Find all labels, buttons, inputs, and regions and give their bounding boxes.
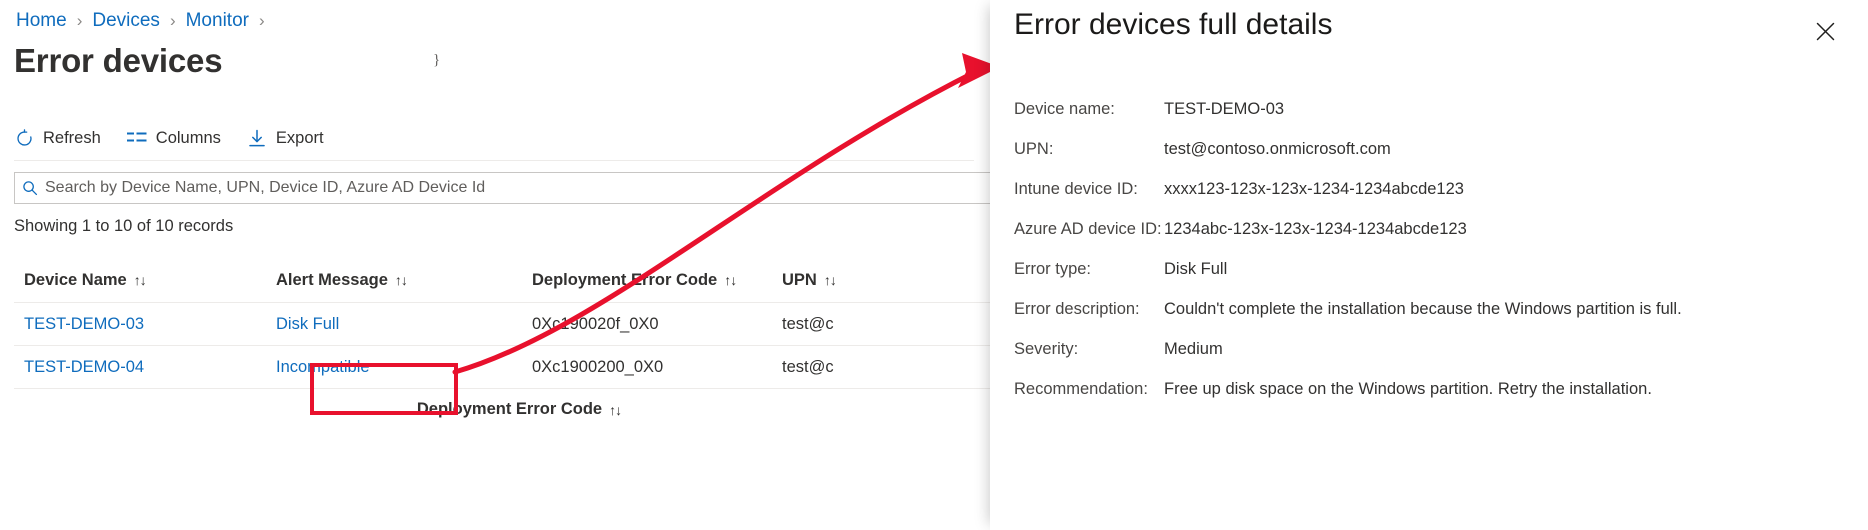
error-devices-blade: Home › Devices › Monitor › Error devices… [0,0,990,530]
detail-label: Recommendation: [1014,380,1164,399]
screenshot-root: Home › Devices › Monitor › Error devices… [0,0,1868,530]
detail-list: Device name: TEST-DEMO-03 UPN: test@cont… [1014,100,1856,420]
detail-value: Medium [1164,340,1223,359]
detail-value: 1234abc-123x-123x-1234-1234abcde123 [1164,220,1467,239]
detail-row-upn: UPN: test@contoso.onmicrosoft.com [1014,140,1856,180]
detail-label: Device name: [1014,100,1164,119]
detail-value: test@contoso.onmicrosoft.com [1164,140,1391,159]
close-icon[interactable] [1810,16,1840,46]
table-header-row: Device Name ↑↓ Alert Message ↑↓ Deployme… [14,258,990,303]
refresh-button[interactable]: Refresh [14,128,101,148]
columns-button[interactable]: Columns [127,128,221,148]
breadcrumb-separator-icon: › [170,11,176,31]
sort-arrows-icon: ↑↓ [824,273,836,287]
detail-label: Azure AD device ID: [1014,220,1164,239]
search-icon [15,180,45,196]
refresh-icon [14,128,34,148]
table-row[interactable]: TEST-DEMO-04 Incompatible 0Xc1900200_0X0… [14,346,990,389]
column-header-device-name[interactable]: Device Name ↑↓ [24,271,266,290]
detail-value: xxxx123-123x-123x-1234-1234abcde123 [1164,180,1464,199]
detail-value: TEST-DEMO-03 [1164,100,1284,119]
footer-sort-label: Deployment Error Code [417,400,602,419]
sort-arrows-icon: ↑↓ [609,403,621,417]
cell-upn: test@c [782,358,834,376]
cell-device-name[interactable]: TEST-DEMO-04 [24,358,144,376]
table-footer-sort: Deployment Error Code ↑↓ [14,400,990,419]
table-row[interactable]: TEST-DEMO-03 Disk Full 0Xc190020f_0X0 te… [14,303,990,346]
detail-row-recommendation: Recommendation: Free up disk space on th… [1014,380,1856,420]
sort-arrows-icon: ↑↓ [724,273,736,287]
detail-label: Error type: [1014,260,1164,279]
export-button[interactable]: Export [247,128,324,148]
columns-button-label: Columns [156,129,221,148]
detail-value: Disk Full [1164,260,1227,279]
cell-upn: test@c [782,315,834,333]
columns-icon [127,128,147,148]
breadcrumb-item-monitor[interactable]: Monitor [186,10,249,32]
cell-alert-message[interactable]: Incompatible [276,358,370,376]
error-devices-table: Device Name ↑↓ Alert Message ↑↓ Deployme… [14,258,990,389]
detail-row-error-type: Error type: Disk Full [1014,260,1856,300]
search-input[interactable] [45,173,990,203]
sort-arrows-icon: ↑↓ [134,273,146,287]
command-bar-divider [14,160,974,161]
column-header-label: Deployment Error Code [532,271,717,290]
column-header-deployment-error-code[interactable]: Deployment Error Code ↑↓ [532,271,772,290]
column-header-upn[interactable]: UPN ↑↓ [782,271,990,290]
breadcrumb-separator-icon: › [259,11,265,31]
column-header-label: Device Name [24,271,127,290]
breadcrumb-item-home[interactable]: Home [16,10,67,32]
export-download-icon [247,128,267,148]
detail-row-severity: Severity: Medium [1014,340,1856,380]
command-bar: Refresh Columns [14,120,324,156]
detail-label: Severity: [1014,340,1164,359]
breadcrumb-separator-icon: › [77,11,83,31]
detail-label: Error description: [1014,300,1164,319]
detail-value: Couldn't complete the installation becau… [1164,300,1682,319]
detail-row-device-name: Device name: TEST-DEMO-03 [1014,100,1856,140]
cell-deployment-error-code: 0Xc1900200_0X0 [532,358,663,376]
detail-value: Free up disk space on the Windows partit… [1164,380,1652,399]
export-button-label: Export [276,129,324,148]
column-header-alert-message[interactable]: Alert Message ↑↓ [276,271,522,290]
refresh-button-label: Refresh [43,129,101,148]
title-artifact-glyph: } [433,52,440,69]
records-summary: Showing 1 to 10 of 10 records [14,217,233,236]
cell-deployment-error-code: 0Xc190020f_0X0 [532,315,659,333]
detail-row-error-description: Error description: Couldn't complete the… [1014,300,1856,340]
sort-arrows-icon: ↑↓ [395,273,407,287]
cell-device-name[interactable]: TEST-DEMO-03 [24,315,144,333]
footer-sort-deployment-error-code[interactable]: Deployment Error Code ↑↓ [417,400,621,419]
breadcrumb-item-devices[interactable]: Devices [92,10,160,32]
detail-row-intune-device-id: Intune device ID: xxxx123-123x-123x-1234… [1014,180,1856,220]
detail-row-azure-ad-device-id: Azure AD device ID: 1234abc-123x-123x-12… [1014,220,1856,260]
column-header-label: UPN [782,271,817,290]
column-header-label: Alert Message [276,271,388,290]
page-title: Error devices [14,42,222,80]
panel-title: Error devices full details [1014,8,1332,42]
search-box[interactable] [14,172,990,204]
breadcrumb: Home › Devices › Monitor › [16,10,275,32]
detail-label: Intune device ID: [1014,180,1164,199]
error-devices-details-panel: Error devices full details Device name: … [990,0,1868,530]
cell-alert-message[interactable]: Disk Full [276,315,339,333]
detail-label: UPN: [1014,140,1164,159]
